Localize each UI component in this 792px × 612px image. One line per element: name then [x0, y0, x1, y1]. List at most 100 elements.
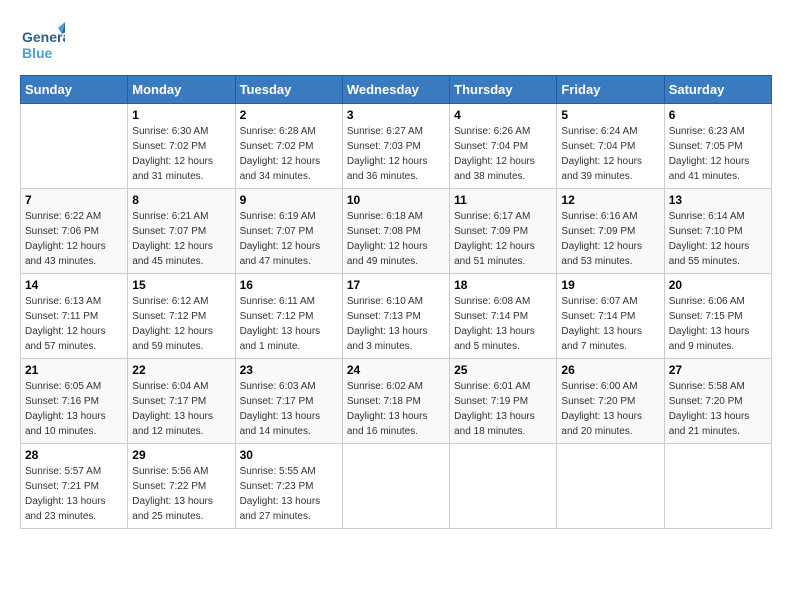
day-info: Sunrise: 6:08 AMSunset: 7:14 PMDaylight:…: [454, 294, 552, 354]
calendar-cell: [450, 444, 557, 529]
day-info: Sunrise: 5:55 AMSunset: 7:23 PMDaylight:…: [240, 464, 338, 524]
calendar-cell: 15Sunrise: 6:12 AMSunset: 7:12 PMDayligh…: [128, 274, 235, 359]
calendar-header-row: SundayMondayTuesdayWednesdayThursdayFrid…: [21, 76, 772, 104]
calendar-cell: 13 Sunrise: 6:14 AMSunset: 7:10 PMDayligh…: [664, 189, 771, 274]
calendar-cell: 16 Sunrise: 6:11 AMSunset: 7:12 PMDayligh…: [235, 274, 342, 359]
calendar-cell: 2 Sunrise: 6:28 AMSunset: 7:02 PMDaylight…: [235, 104, 342, 189]
day-number: 6: [669, 108, 767, 122]
day-info: Sunrise: 6:16 AMSunset: 7:09 PMDaylight:…: [561, 209, 659, 269]
day-number: 23: [240, 363, 338, 377]
day-number: 1: [132, 108, 230, 122]
day-number: 22: [132, 363, 230, 377]
day-info: Sunrise: 6:18 AMSunset: 7:08 PMDaylight:…: [347, 209, 445, 269]
calendar-cell: 19 Sunrise: 6:07 AMSunset: 7:14 PMDayligh…: [557, 274, 664, 359]
calendar-table: SundayMondayTuesdayWednesdayThursdayFrid…: [20, 75, 772, 529]
column-header-wednesday: Wednesday: [342, 76, 449, 104]
column-header-tuesday: Tuesday: [235, 76, 342, 104]
day-number: 18: [454, 278, 552, 292]
day-number: 11: [454, 193, 552, 207]
day-info: Sunrise: 6:02 AMSunset: 7:18 PMDaylight:…: [347, 379, 445, 439]
day-number: 26: [561, 363, 659, 377]
calendar-cell: 26 Sunrise: 6:00 AMSunset: 7:20 PMDayligh…: [557, 359, 664, 444]
calendar-week-1: 1 Sunrise: 6:30 AMSunset: 7:02 PMDaylight…: [21, 104, 772, 189]
day-number: 29: [132, 448, 230, 462]
day-info: Sunrise: 6:30 AMSunset: 7:02 PMDaylight:…: [132, 124, 230, 184]
day-number: 4: [454, 108, 552, 122]
calendar-cell: [664, 444, 771, 529]
day-info: Sunrise: 6:12 AMSunset: 7:12 PMDaylight:…: [132, 294, 230, 354]
calendar-cell: 18 Sunrise: 6:08 AMSunset: 7:14 PMDayligh…: [450, 274, 557, 359]
day-info: Sunrise: 6:07 AMSunset: 7:14 PMDaylight:…: [561, 294, 659, 354]
day-info: Sunrise: 6:22 AMSunset: 7:06 PMDaylight:…: [25, 209, 123, 269]
day-info: Sunrise: 6:23 AMSunset: 7:05 PMDaylight:…: [669, 124, 767, 184]
calendar-cell: 29 Sunrise: 5:56 AMSunset: 7:22 PMDayligh…: [128, 444, 235, 529]
calendar-cell: 23 Sunrise: 6:03 AMSunset: 7:17 PMDayligh…: [235, 359, 342, 444]
day-info: Sunrise: 6:17 AMSunset: 7:09 PMDaylight:…: [454, 209, 552, 269]
calendar-cell: [557, 444, 664, 529]
day-info: Sunrise: 5:57 AMSunset: 7:21 PMDaylight:…: [25, 464, 123, 524]
calendar-cell: 9Sunrise: 6:19 AMSunset: 7:07 PMDaylight…: [235, 189, 342, 274]
day-info: Sunrise: 6:00 AMSunset: 7:20 PMDaylight:…: [561, 379, 659, 439]
day-number: 7: [25, 193, 123, 207]
calendar-cell: 1 Sunrise: 6:30 AMSunset: 7:02 PMDaylight…: [128, 104, 235, 189]
day-number: 5: [561, 108, 659, 122]
day-info: Sunrise: 6:11 AMSunset: 7:12 PMDaylight:…: [240, 294, 338, 354]
svg-text:General: General: [22, 29, 65, 45]
day-info: Sunrise: 6:06 AMSunset: 7:15 PMDaylight:…: [669, 294, 767, 354]
day-number: 20: [669, 278, 767, 292]
calendar-cell: 3 Sunrise: 6:27 AMSunset: 7:03 PMDaylight…: [342, 104, 449, 189]
calendar-cell: 8 Sunrise: 6:21 AMSunset: 7:07 PMDaylight…: [128, 189, 235, 274]
day-info: Sunrise: 6:21 AMSunset: 7:07 PMDaylight:…: [132, 209, 230, 269]
column-header-saturday: Saturday: [664, 76, 771, 104]
calendar-cell: [342, 444, 449, 529]
calendar-week-5: 28 Sunrise: 5:57 AMSunset: 7:21 PMDayligh…: [21, 444, 772, 529]
day-number: 17: [347, 278, 445, 292]
calendar-cell: 24 Sunrise: 6:02 AMSunset: 7:18 PMDayligh…: [342, 359, 449, 444]
day-number: 8: [132, 193, 230, 207]
column-header-monday: Monday: [128, 76, 235, 104]
day-number: 30: [240, 448, 338, 462]
day-number: 12: [561, 193, 659, 207]
day-number: 24: [347, 363, 445, 377]
day-info: Sunrise: 6:13 AMSunset: 7:11 PMDaylight:…: [25, 294, 123, 354]
calendar-cell: 21Sunrise: 6:05 AMSunset: 7:16 PMDayligh…: [21, 359, 128, 444]
day-number: 28: [25, 448, 123, 462]
day-number: 3: [347, 108, 445, 122]
calendar-cell: 30 Sunrise: 5:55 AMSunset: 7:23 PMDayligh…: [235, 444, 342, 529]
calendar-cell: 22 Sunrise: 6:04 AMSunset: 7:17 PMDayligh…: [128, 359, 235, 444]
calendar-cell: 12 Sunrise: 6:16 AMSunset: 7:09 PMDayligh…: [557, 189, 664, 274]
calendar-cell: 7 Sunrise: 6:22 AMSunset: 7:06 PMDaylight…: [21, 189, 128, 274]
header: General Blue: [20, 20, 772, 65]
day-info: Sunrise: 6:24 AMSunset: 7:04 PMDaylight:…: [561, 124, 659, 184]
calendar-cell: [21, 104, 128, 189]
day-info: Sunrise: 6:03 AMSunset: 7:17 PMDaylight:…: [240, 379, 338, 439]
svg-text:Blue: Blue: [22, 45, 53, 61]
calendar-cell: 25Sunrise: 6:01 AMSunset: 7:19 PMDayligh…: [450, 359, 557, 444]
calendar-cell: 20 Sunrise: 6:06 AMSunset: 7:15 PMDayligh…: [664, 274, 771, 359]
calendar-week-4: 21Sunrise: 6:05 AMSunset: 7:16 PMDayligh…: [21, 359, 772, 444]
calendar-cell: 4 Sunrise: 6:26 AMSunset: 7:04 PMDaylight…: [450, 104, 557, 189]
calendar-cell: 14 Sunrise: 6:13 AMSunset: 7:11 PMDayligh…: [21, 274, 128, 359]
day-info: Sunrise: 6:26 AMSunset: 7:04 PMDaylight:…: [454, 124, 552, 184]
day-info: Sunrise: 6:28 AMSunset: 7:02 PMDaylight:…: [240, 124, 338, 184]
day-info: Sunrise: 6:14 AMSunset: 7:10 PMDaylight:…: [669, 209, 767, 269]
calendar-cell: 17 Sunrise: 6:10 AMSunset: 7:13 PMDayligh…: [342, 274, 449, 359]
day-number: 19: [561, 278, 659, 292]
day-info: Sunrise: 6:10 AMSunset: 7:13 PMDaylight:…: [347, 294, 445, 354]
day-number: 10: [347, 193, 445, 207]
day-info: Sunrise: 5:56 AMSunset: 7:22 PMDaylight:…: [132, 464, 230, 524]
day-number: 14: [25, 278, 123, 292]
day-info: Sunrise: 5:58 AMSunset: 7:20 PMDaylight:…: [669, 379, 767, 439]
day-number: 13: [669, 193, 767, 207]
column-header-thursday: Thursday: [450, 76, 557, 104]
logo: General Blue: [20, 20, 65, 65]
day-info: Sunrise: 6:04 AMSunset: 7:17 PMDaylight:…: [132, 379, 230, 439]
calendar-cell: 11 Sunrise: 6:17 AMSunset: 7:09 PMDayligh…: [450, 189, 557, 274]
calendar-week-2: 7 Sunrise: 6:22 AMSunset: 7:06 PMDaylight…: [21, 189, 772, 274]
calendar-cell: 28 Sunrise: 5:57 AMSunset: 7:21 PMDayligh…: [21, 444, 128, 529]
day-number: 16: [240, 278, 338, 292]
calendar-cell: 6 Sunrise: 6:23 AMSunset: 7:05 PMDaylight…: [664, 104, 771, 189]
day-number: 2: [240, 108, 338, 122]
day-info: Sunrise: 6:27 AMSunset: 7:03 PMDaylight:…: [347, 124, 445, 184]
day-info: Sunrise: 6:05 AMSunset: 7:16 PMDaylight:…: [25, 379, 123, 439]
